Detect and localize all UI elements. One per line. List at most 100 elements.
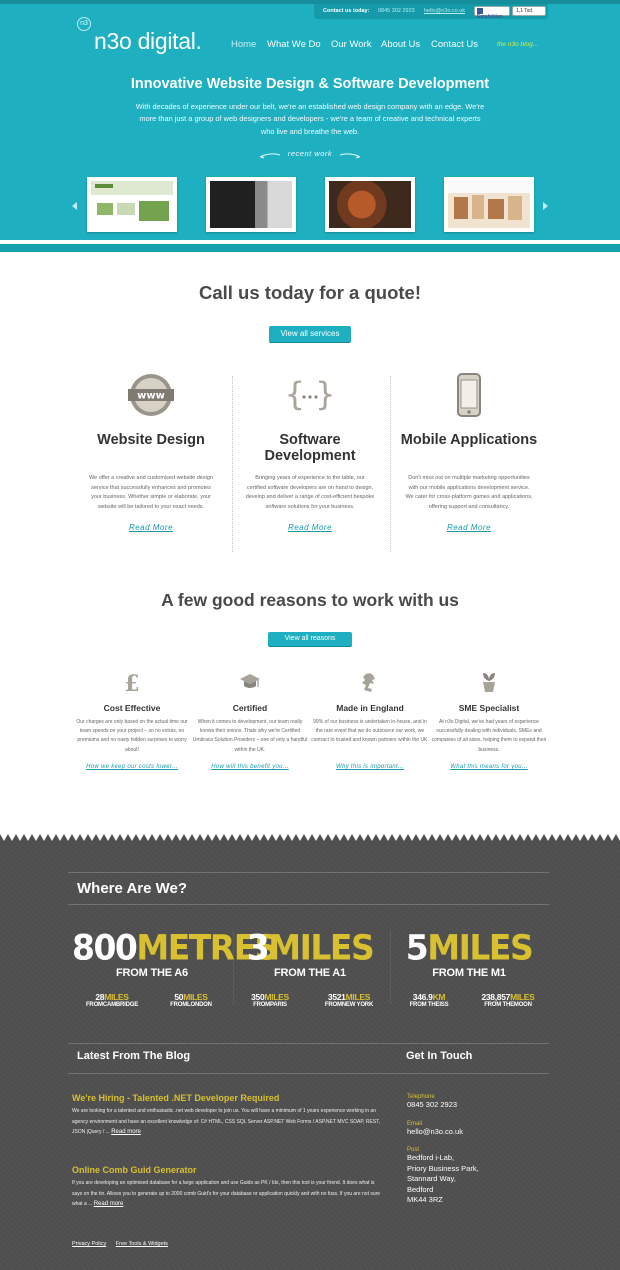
nav-about-us[interactable]: About Us [381,39,420,50]
where-title: Where Are We? [77,880,188,897]
reason-link[interactable]: How we keep our costs lower... [72,764,192,770]
get-in-touch-title: Get In Touch [406,1050,473,1062]
contact-email: Email hello@n3o.co.uk [407,1121,547,1138]
blog-read-more-link[interactable]: Read more [94,1201,124,1207]
mobile-phone-icon [457,373,481,417]
facebook-icon [477,8,483,14]
address-line: Bedford [407,1184,434,1194]
site-footer: Where Are We? 800METRES FROM THE A6 3MIL… [0,834,620,1270]
nav-blog-link[interactable]: the n3o blog... [497,41,538,48]
distance-from: FROM THE M1 [432,967,506,979]
reason-text: Our charges are only based on the actual… [76,719,188,753]
reason-title: SME Specialist [458,703,520,713]
privacy-policy-link[interactable]: Privacy Policy [72,1241,106,1247]
footer-links: Privacy Policy Free Tools & Widgets [72,1241,176,1247]
nav-our-work[interactable]: Our Work [331,39,371,50]
distance-unit: MILES [427,927,533,968]
carousel-prev-arrow-icon[interactable] [72,202,77,210]
graduation-cap-icon [240,674,260,688]
header-stripe [0,244,620,252]
distance-from: FROM THE A6 [116,967,188,979]
service-divider [390,376,391,552]
quote-title: Call us today for a quote! [198,282,422,303]
work-thumbnail-image [210,181,292,228]
distance-m1: 5MILES FROM THE M1 [389,927,549,979]
recent-work-label: recent work [258,148,362,162]
reason-link[interactable]: Why this is important... [310,764,430,770]
reason-text: When it comes to development, our team r… [192,719,308,753]
blog-post-title-link[interactable]: We're Hiring - Talented .NET Developer R… [72,1093,382,1103]
service-read-more-link[interactable]: Read More [394,523,544,532]
distance-unit: MILES [268,927,374,968]
blog-post-1: We're Hiring - Talented .NET Developer R… [72,1093,382,1138]
reason-link[interactable]: How will this benefit you... [190,764,310,770]
distance-moon: 238,857MILES FROM THEMOON [481,992,535,1008]
distance-iss: 346.9KM FROM THEISS [409,992,449,1008]
reason-text: At n3o Digital, we've had years of exper… [431,719,547,753]
service-mobile-applications: Mobile Applications Don't miss out on mu… [394,370,544,556]
nav-what-we-do[interactable]: What We Do [267,39,321,50]
view-all-services-button[interactable]: View all services [269,326,351,342]
contact-phone-link[interactable]: 0845 302 2923 [378,8,415,14]
distance-value: 5 [405,927,429,968]
logo-mark: n3 [77,17,91,31]
contact-email-link[interactable]: hello@n3o.co.uk [424,8,465,14]
hero-title: Innovative Website Design & Software Dev… [130,76,490,92]
distance-from: FROM THE A1 [274,967,346,979]
address-line: Stannard Way, [407,1174,456,1183]
reasons-title: A few good reasons to work with us [161,590,459,610]
contact-label: Contact us today: [323,8,370,14]
distance-value: 3 [246,927,270,968]
free-tools-link[interactable]: Free Tools & Widgets [116,1241,168,1247]
contact-email-link[interactable]: hello@n3o.co.uk [407,1127,547,1138]
service-text: Don't miss out on multiple marketing opp… [405,475,533,510]
distance-a1: 3MILES FROM THE A1 [230,927,390,979]
pound-sign-icon: £ [124,671,139,694]
service-title: Website Design [97,432,205,448]
blog-post-title-link[interactable]: Online Comb Guid Generator [72,1165,382,1175]
contact-bar: Contact us today: 0845 302 2923 hello@n3… [314,4,548,20]
nav-contact-us[interactable]: Contact Us [431,39,478,50]
reason-link[interactable]: What this means for you... [429,764,549,770]
work-thumbnail-2[interactable] [206,177,296,232]
distance-paris: 350MILES FROMPARIS [251,992,289,1008]
service-read-more-link[interactable]: Read More [76,523,226,532]
service-text: Bringing years of experience to the tabl… [245,475,375,510]
contact-telephone: Telephone 0845 302 2923 [407,1094,547,1111]
plant-pot-icon [483,673,495,692]
footer-divider [68,872,549,873]
hero-text: With decades of experience under our bel… [135,102,485,136]
contact-telephone-value: 0845 302 2923 [407,1100,458,1109]
www-badge-icon: www [128,374,174,416]
work-thumbnail-image [329,181,411,228]
svg-text:{ }: { } [285,375,335,413]
service-read-more-link[interactable]: Read More [235,523,385,532]
recent-work-text: recent work [287,149,333,158]
service-title: Software Development [264,432,356,464]
site-header: Contact us today: 0845 302 2923 hello@n3… [0,0,620,256]
work-thumbnail-4[interactable] [444,177,534,232]
facebook-like-count: 1,1 Tsd. [512,6,546,16]
view-all-reasons-button[interactable]: View all reasons [268,632,352,646]
footer-divider [68,1073,549,1074]
curly-braces-icon: { } [285,375,335,413]
work-thumbnail-image [448,181,530,228]
reason-title: Made in England [336,703,404,713]
distance-cambridge: 28MILES FROMCAMBRIDGE [85,992,139,1008]
logo-text: n3o digital. [94,28,202,54]
site-logo[interactable]: n3 n3o digital. [75,16,215,56]
england-lion-icon [362,673,375,692]
work-thumbnail-3[interactable] [325,177,415,232]
nav-home[interactable]: Home [231,39,256,50]
reason-title: Certified [232,703,268,713]
header-stripe [0,252,620,256]
work-thumbnail-1[interactable] [87,177,177,232]
address-line: Priory Business Park, [407,1163,479,1173]
service-title: Mobile Applications [400,432,538,448]
blog-title: Latest From The Blog [77,1050,191,1062]
carousel-next-arrow-icon[interactable] [543,202,548,210]
blog-read-more-link[interactable]: Read more [111,1129,141,1135]
facebook-like-button[interactable]: Empfehlen [474,6,510,20]
reason-title: Cost Effective [103,703,161,713]
footer-divider [68,1043,549,1044]
